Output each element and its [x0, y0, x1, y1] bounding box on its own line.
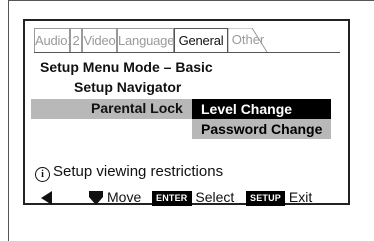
parental-lock-label: Parental Lock: [91, 100, 183, 116]
help-text: Setup viewing restrictions: [53, 163, 224, 180]
setup-menu-panel: Audio1 2 Video Language General Other Se…: [23, 19, 350, 207]
enter-hint: ENTER Select: [152, 189, 234, 207]
tab-other[interactable]: Other: [228, 28, 268, 53]
tab-audio1[interactable]: Audio1: [34, 28, 70, 52]
screen-edge-left: [8, 0, 9, 241]
move-hint: Move: [107, 189, 142, 205]
setup-hint: SETUP Exit: [246, 189, 312, 207]
enter-key-badge: ENTER: [152, 191, 192, 206]
tab-general[interactable]: General: [174, 28, 228, 52]
level-change-label: Level Change: [201, 101, 293, 117]
tab-other-label: Other: [231, 32, 265, 47]
setup-navigator[interactable]: Setup Navigator: [74, 79, 181, 95]
screen-edge-top: [8, 0, 374, 1]
setup-menu-mode[interactable]: Setup Menu Mode – Basic: [40, 59, 213, 75]
select-label: Select: [195, 189, 235, 205]
tab-language[interactable]: Language: [117, 28, 174, 52]
info-icon: i: [35, 167, 50, 182]
help-message: i Setup viewing restrictions: [35, 163, 223, 182]
tab-video[interactable]: Video: [82, 28, 117, 52]
tab-underline: [34, 52, 340, 53]
password-change-label: Password Change: [201, 121, 323, 137]
exit-label: Exit: [288, 189, 313, 205]
arrow-down-icon: [89, 191, 103, 205]
setup-key-badge: SETUP: [246, 191, 286, 206]
arrow-left-icon: [41, 191, 52, 205]
tab-audio2[interactable]: 2: [70, 28, 82, 52]
